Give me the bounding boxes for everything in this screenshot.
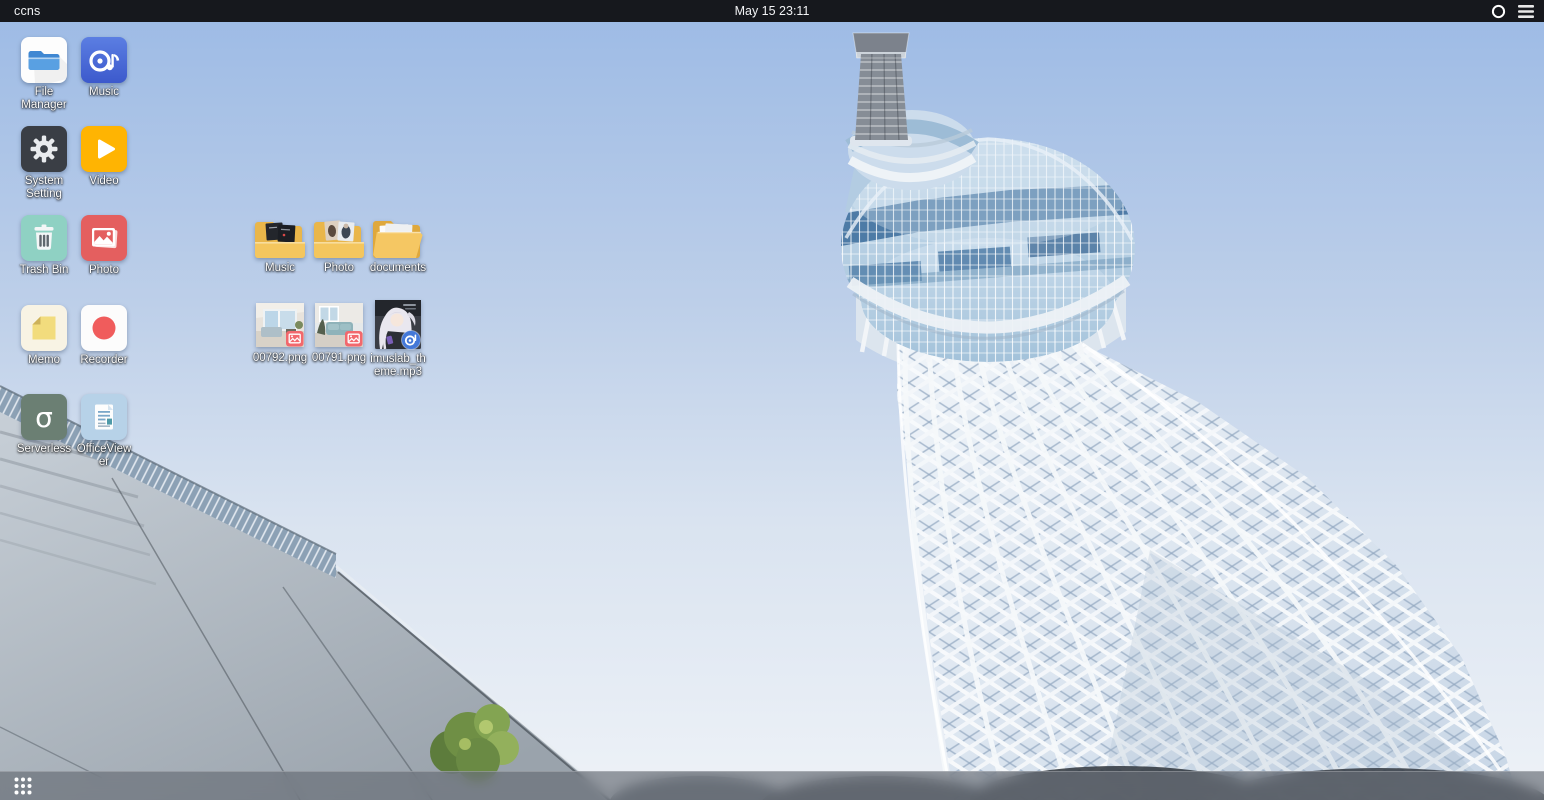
album-art-thumbnail xyxy=(375,300,421,350)
status-circle-icon[interactable] xyxy=(1491,4,1506,19)
desktop-icon-music-app[interactable]: Music xyxy=(74,37,134,99)
play-icon xyxy=(81,126,127,172)
desktop-icon-serverless[interactable]: σ Serverless xyxy=(14,394,74,456)
record-dot-icon xyxy=(81,305,127,351)
icon-label: Music xyxy=(74,86,134,99)
folder-icon xyxy=(254,215,306,259)
menu-icon[interactable] xyxy=(1518,5,1534,18)
icon-label: Photo xyxy=(74,264,134,277)
image-thumbnail xyxy=(256,303,304,349)
audio-badge xyxy=(402,331,421,350)
icon-label: Trash Bin xyxy=(14,264,74,277)
image-badge xyxy=(345,331,363,347)
desktop-file-00792-png[interactable]: 00792.png xyxy=(250,303,310,365)
desktop-icon-file-manager[interactable]: File Manager xyxy=(14,37,74,111)
folder-label: Photo xyxy=(309,262,369,275)
photo-icon xyxy=(81,215,127,261)
desktop-icon-recorder[interactable]: Recorder xyxy=(74,305,134,367)
icon-label: System Setting xyxy=(14,175,74,200)
svg-text:σ: σ xyxy=(35,401,53,434)
desktop-icon-memo[interactable]: Memo xyxy=(14,305,74,367)
memo-note-icon xyxy=(21,305,67,351)
file-label: imuslab_theme.mp3 xyxy=(368,353,428,378)
icon-label: File Manager xyxy=(14,86,74,111)
image-thumbnail xyxy=(315,303,363,349)
folder-icon xyxy=(313,215,365,259)
desktop-folder-documents[interactable]: documents xyxy=(368,213,428,275)
image-badge xyxy=(286,331,304,347)
file-label: 00791.png xyxy=(309,352,369,365)
desktop-folder-photo[interactable]: Photo xyxy=(309,213,369,275)
folder-label: Music xyxy=(250,262,310,275)
gear-icon xyxy=(21,126,67,172)
desktop-folder-music[interactable]: Music xyxy=(250,213,310,275)
desktop-icon-office-viewer[interactable]: OfficeViewer xyxy=(74,394,134,468)
active-app-name[interactable]: ccns xyxy=(0,4,41,18)
file-manager-icon xyxy=(21,37,67,83)
antenna-spire xyxy=(850,33,912,142)
icon-label: Video xyxy=(74,175,134,188)
desktop-file-00791-png[interactable]: 00791.png xyxy=(309,303,369,365)
open-folder-icon xyxy=(372,215,424,259)
wallpaper-image xyxy=(0,0,1544,800)
top-menu-bar: ccns May 15 23:11 xyxy=(0,0,1544,22)
desktop-icon-photo-app[interactable]: Photo xyxy=(74,215,134,277)
clock[interactable]: May 15 23:11 xyxy=(0,4,1544,18)
icon-label: Recorder xyxy=(74,354,134,367)
icon-label: OfficeViewer xyxy=(74,443,134,468)
desktop-file-imuslab-theme-mp3[interactable]: imuslab_theme.mp3 xyxy=(368,300,428,378)
desktop-icon-system-setting[interactable]: System Setting xyxy=(14,126,74,200)
music-app-icon xyxy=(81,37,127,83)
trash-icon xyxy=(21,215,67,261)
taskbar xyxy=(0,771,1544,800)
icon-label: Memo xyxy=(14,354,74,367)
desktop: ccns May 15 23:11 File Manager xyxy=(0,0,1544,800)
app-grid-icon[interactable] xyxy=(12,775,34,797)
desktop-icon-trash-bin[interactable]: Trash Bin xyxy=(14,215,74,277)
folder-label: documents xyxy=(368,262,428,275)
icon-label: Serverless xyxy=(14,443,74,456)
document-icon xyxy=(81,394,127,440)
system-tray xyxy=(1491,0,1534,22)
file-label: 00792.png xyxy=(250,352,310,365)
desktop-icon-video[interactable]: Video xyxy=(74,126,134,188)
sigma-icon: σ xyxy=(21,394,67,440)
